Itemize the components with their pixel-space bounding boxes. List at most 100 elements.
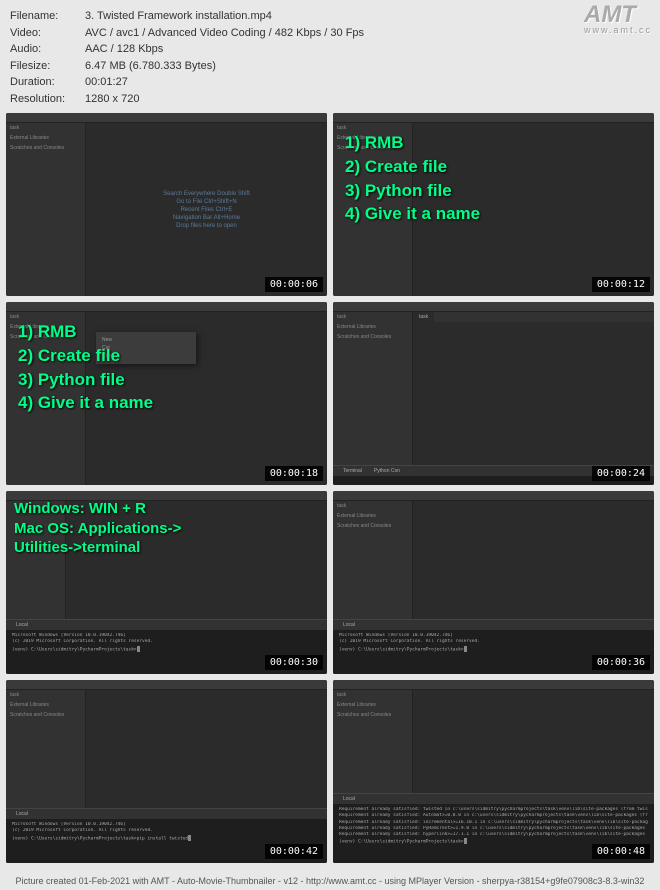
thumbnail-4: task External Libraries Scratches and Co… xyxy=(333,302,654,485)
meta-value: AAC / 128 Kbps xyxy=(85,41,650,58)
step-line: 2) Create file xyxy=(18,344,153,368)
meta-label: Resolution: xyxy=(10,91,85,108)
sidebar-item: External Libraries xyxy=(333,322,412,332)
meta-label: Audio: xyxy=(10,41,85,58)
terminal-tab: Local xyxy=(337,796,361,802)
python-console-tab: Python Con xyxy=(368,468,406,474)
meta-value: 6.47 MB (6.780.333 Bytes) xyxy=(85,58,650,75)
instruction-overlay: 1) RMB 2) Create file 3) Python file 4) … xyxy=(345,131,480,226)
ide-titlebar xyxy=(333,491,654,501)
footer-credits: Picture created 01-Feb-2021 with AMT - A… xyxy=(0,874,660,888)
timestamp: 00:00:18 xyxy=(265,466,323,481)
hint-line: Navigation Bar Alt+Home xyxy=(163,215,250,221)
term-line: Requirement already satisfied: Automat>=… xyxy=(339,813,648,819)
thumbnail-3: task External Libraries Scratches and Co… xyxy=(6,302,327,485)
ide-titlebar xyxy=(333,113,654,123)
instruction-overlay: 1) RMB 2) Create file 3) Python file 4) … xyxy=(18,320,153,415)
thumbnail-6: task External Libraries Scratches and Co… xyxy=(333,491,654,674)
ide-editor: Search Everywhere Double Shift Go to Fil… xyxy=(86,123,327,296)
hint-line: Drop files here to open xyxy=(163,223,250,229)
timestamp: 00:00:12 xyxy=(592,277,650,292)
cursor-icon xyxy=(464,646,467,652)
ide-titlebar xyxy=(6,302,327,312)
step-line: 1) RMB xyxy=(345,131,480,155)
sidebar-item: Scratches and Consoles xyxy=(333,332,412,342)
timestamp: 00:00:06 xyxy=(265,277,323,292)
term-line: (venv) C:\Users\sidmitry\PycharmProjects… xyxy=(12,835,321,843)
sidebar-item: Scratches and Consoles xyxy=(333,521,412,531)
watermark-text: AMT xyxy=(584,1,636,28)
term-line: (venv) C:\Users\sidmitry\PycharmProjects… xyxy=(339,646,648,654)
sidebar-item: Scratches and Consoles xyxy=(6,143,85,153)
step-line: 2) Create file xyxy=(345,155,480,179)
sidebar-item: Scratches and Consoles xyxy=(6,710,85,720)
timestamp: 00:00:42 xyxy=(265,844,323,859)
watermark-logo: AMT www.amt.cc xyxy=(584,4,652,34)
meta-value: 00:01:27 xyxy=(85,74,650,91)
metadata-block: Filename:3. Twisted Framework installati… xyxy=(0,0,660,113)
timestamp: 00:00:30 xyxy=(265,655,323,670)
ide-titlebar xyxy=(6,113,327,123)
terminal-tabs: Local xyxy=(333,620,654,630)
meta-value: AVC / avc1 / Advanced Video Coding / 482… xyxy=(85,25,650,42)
terminal-output: Microsoft Windows [Version 10.0.19042.74… xyxy=(333,630,654,656)
ide-titlebar xyxy=(6,680,327,690)
term-line: Requirement already satisfied: increment… xyxy=(339,820,648,826)
step-line: 3) Python file xyxy=(345,179,480,203)
sidebar-item: External Libraries xyxy=(333,511,412,521)
platform-line: Mac OS: Applications-> xyxy=(14,519,181,539)
timestamp: 00:00:24 xyxy=(592,466,650,481)
terminal-tab: Local xyxy=(337,622,361,628)
terminal-tabs: Local xyxy=(333,794,654,804)
thumbnail-5: Windows: WIN + R Mac OS: Applications-> … xyxy=(6,491,327,674)
sidebar-item: External Libraries xyxy=(6,700,85,710)
sidebar-item: task xyxy=(6,690,85,700)
ide-sidebar: task External Libraries Scratches and Co… xyxy=(6,123,86,296)
platform-line: Utilities->terminal xyxy=(14,538,181,558)
ide-titlebar xyxy=(333,680,654,690)
thumbnail-grid: task External Libraries Scratches and Co… xyxy=(0,113,660,869)
hint-line: Search Everywhere Double Shift xyxy=(163,191,250,197)
sidebar-item: Scratches and Consoles xyxy=(333,710,412,720)
meta-label: Duration: xyxy=(10,74,85,91)
step-line: 4) Give it a name xyxy=(18,391,153,415)
terminal-tabs: Local xyxy=(6,620,327,630)
sidebar-item: External Libraries xyxy=(333,700,412,710)
watermark-url: www.amt.cc xyxy=(584,26,652,34)
sidebar-item: task xyxy=(6,123,85,133)
meta-value: 1280 x 720 xyxy=(85,91,650,108)
thumbnail-8: task External Libraries Scratches and Co… xyxy=(333,680,654,863)
meta-label: Filesize: xyxy=(10,58,85,75)
sidebar-item: task xyxy=(333,312,412,322)
thumbnail-2: task External Libraries Scratches and Co… xyxy=(333,113,654,296)
empty-state-hints: Search Everywhere Double Shift Go to Fil… xyxy=(163,189,250,231)
meta-label: Video: xyxy=(10,25,85,42)
sidebar-item: External Libraries xyxy=(6,133,85,143)
meta-label: Filename: xyxy=(10,8,85,25)
thumbnail-1: task External Libraries Scratches and Co… xyxy=(6,113,327,296)
sidebar-item: task xyxy=(333,501,412,511)
platform-overlay: Windows: WIN + R Mac OS: Applications-> … xyxy=(14,499,181,558)
step-line: 4) Give it a name xyxy=(345,202,480,226)
hint-line: Go to File Ctrl+Shift+N xyxy=(163,199,250,205)
timestamp: 00:00:36 xyxy=(592,655,650,670)
terminal-output: Microsoft Windows [Version 10.0.19042.74… xyxy=(6,819,327,845)
meta-value: 3. Twisted Framework installation.mp4 xyxy=(85,8,650,25)
terminal-tabs: Local xyxy=(6,809,327,819)
timestamp: 00:00:48 xyxy=(592,844,650,859)
terminal-tab: Terminal xyxy=(337,468,368,474)
ide-titlebar xyxy=(333,302,654,312)
tab-item: task xyxy=(413,312,434,322)
cursor-icon xyxy=(137,646,140,652)
terminal-tab: Local xyxy=(10,811,34,817)
thumbnail-7: task External Libraries Scratches and Co… xyxy=(6,680,327,863)
terminal-output: Microsoft Windows [Version 10.0.19042.74… xyxy=(6,630,327,656)
term-line: (venv) C:\Users\sidmitry\PycharmProjects… xyxy=(12,646,321,654)
editor-tabs: task xyxy=(413,312,654,322)
step-line: 3) Python file xyxy=(18,368,153,392)
ide-sidebar: task External Libraries Scratches and Co… xyxy=(333,312,413,485)
terminal-tab: Local xyxy=(10,622,34,628)
cursor-icon xyxy=(464,838,467,844)
terminal-output: Requirement already satisfied: twisted i… xyxy=(333,804,654,849)
hint-line: Recent Files Ctrl+E xyxy=(163,207,250,213)
